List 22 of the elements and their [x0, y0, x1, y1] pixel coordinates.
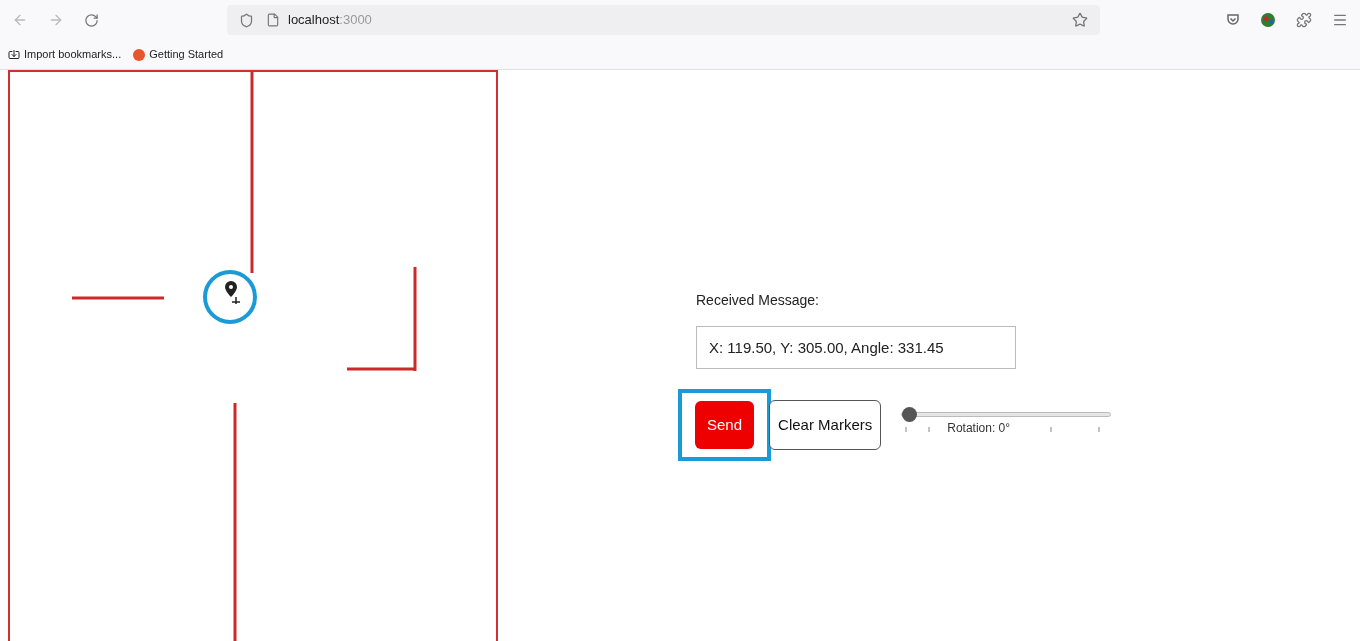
- slider-thumb[interactable]: [902, 406, 918, 422]
- extensions-icon[interactable]: [1296, 12, 1312, 28]
- clear-markers-button[interactable]: Clear Markers: [769, 400, 882, 450]
- message-field[interactable]: X: 119.50, Y: 305.00, Angle: 331.45: [696, 326, 1016, 369]
- bookmark-item[interactable]: Getting Started: [133, 46, 224, 63]
- pocket-icon[interactable]: [1226, 13, 1240, 27]
- page-icon: [266, 13, 280, 27]
- send-button[interactable]: Send: [695, 401, 755, 449]
- bookmark-star-icon[interactable]: [1072, 12, 1088, 28]
- map-pin-icon[interactable]: [222, 280, 240, 304]
- bookmark-label: Import bookmarks...: [24, 47, 122, 63]
- browser-logo-icon: [133, 48, 146, 61]
- menu-icon[interactable]: [1332, 12, 1348, 28]
- import-icon: [8, 48, 20, 61]
- received-message-label: Received Message:: [696, 291, 820, 310]
- address-bar[interactable]: localhost:3000: [227, 5, 1100, 35]
- address-text: localhost:3000: [288, 11, 372, 30]
- bookmark-item[interactable]: Import bookmarks...: [8, 46, 122, 63]
- bookmark-label: Getting Started: [149, 47, 224, 63]
- reload-icon[interactable]: [84, 12, 99, 28]
- shield-icon: [239, 12, 254, 28]
- extension-globe-icon[interactable]: [1260, 12, 1276, 28]
